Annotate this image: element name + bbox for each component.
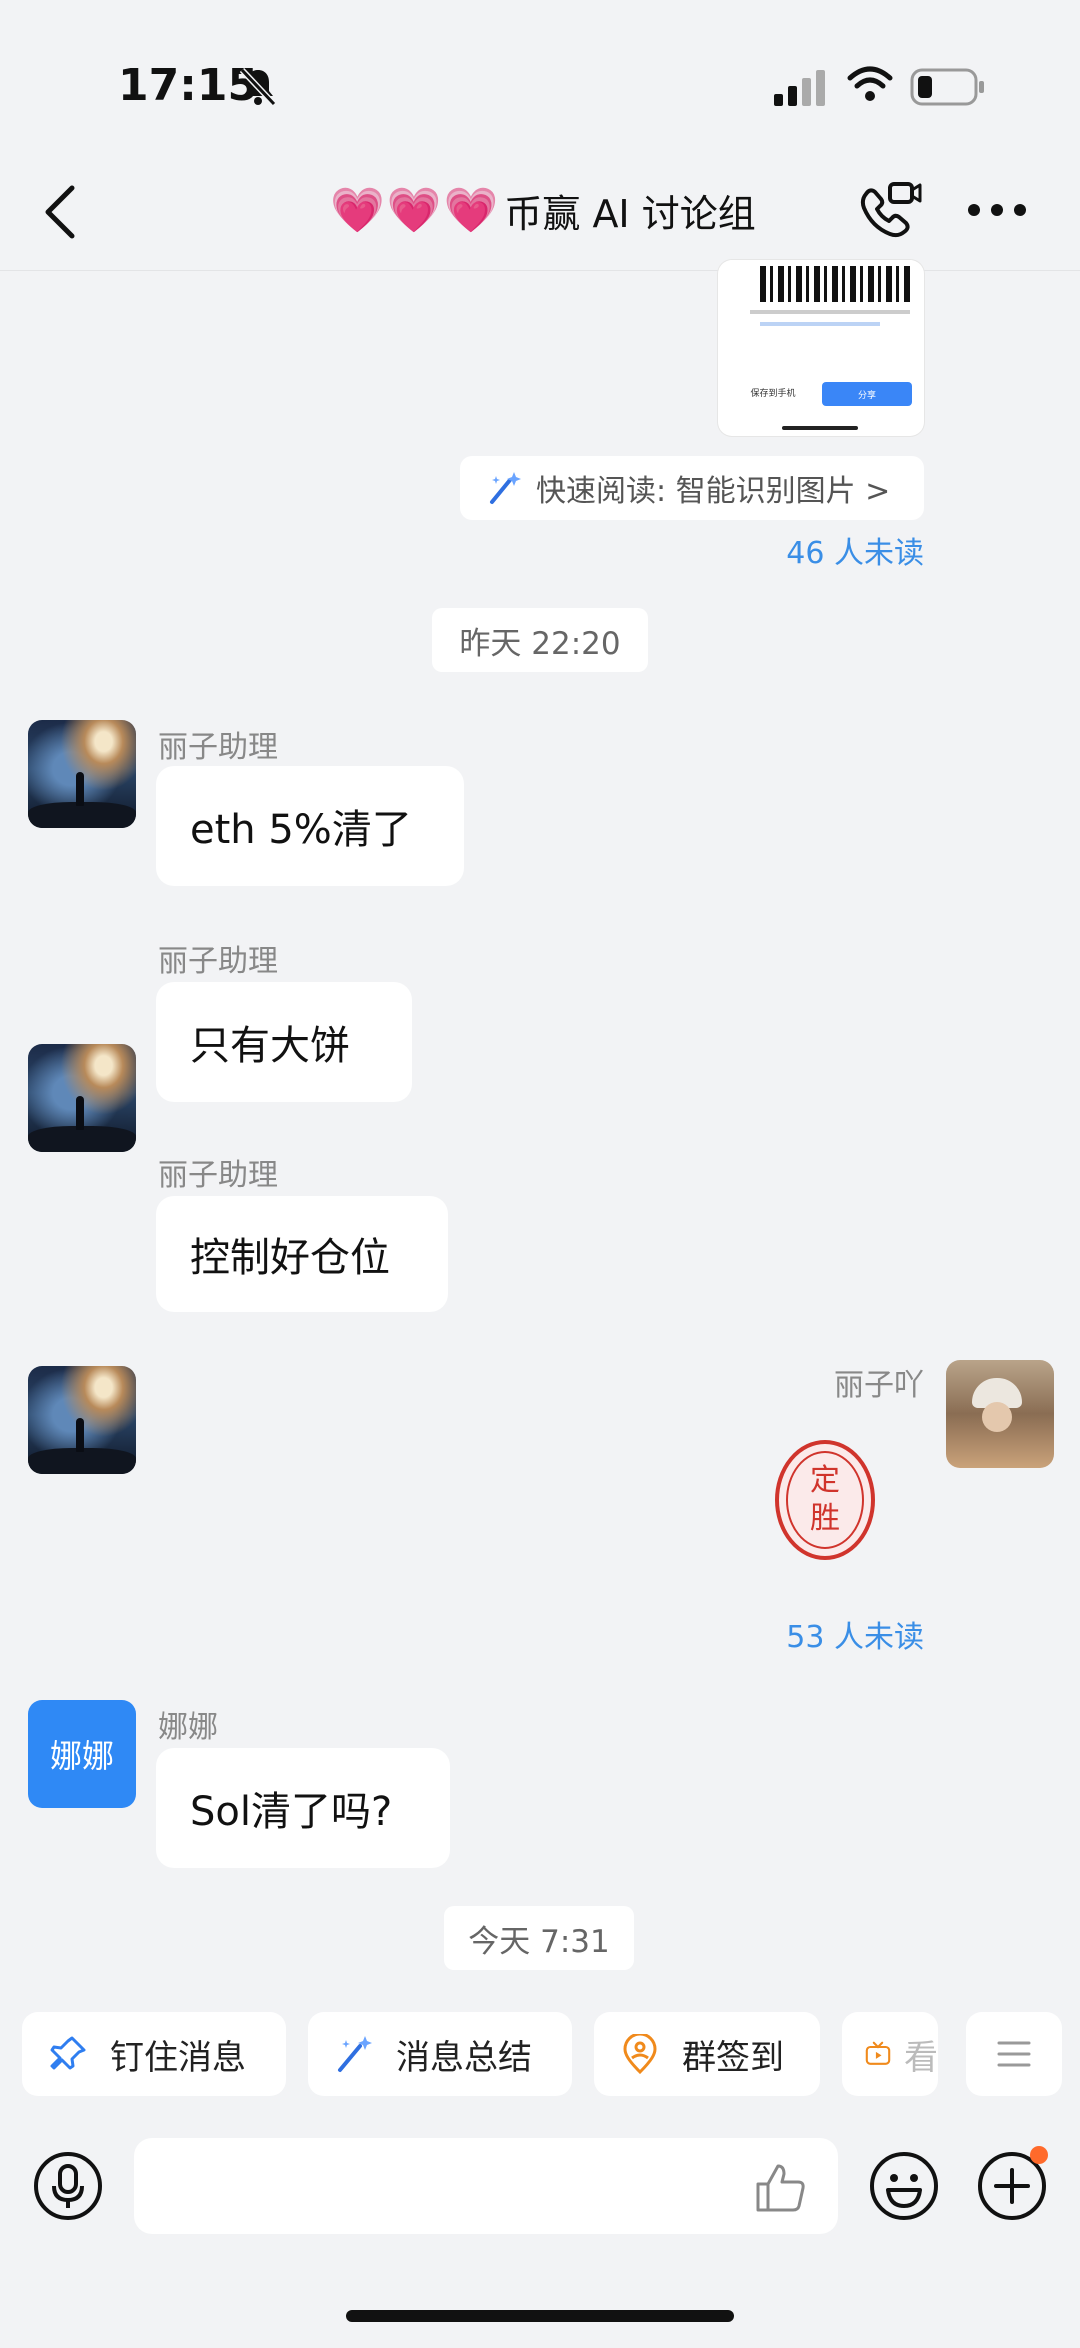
message-bubble[interactable]: 只有大饼 bbox=[156, 982, 412, 1102]
message-summary-button[interactable]: 消息总结 bbox=[308, 2012, 572, 2096]
sender-name: 丽子助理 bbox=[158, 944, 278, 979]
group-name: 币赢 AI 讨论组 bbox=[504, 191, 756, 236]
chip-label: 消息总结 bbox=[396, 2037, 532, 2078]
sender-name: 丽子吖 bbox=[834, 1368, 924, 1403]
tv-icon bbox=[865, 2041, 891, 2065]
chat-title[interactable]: 💗💗💗 币赢 AI 讨论组 bbox=[330, 180, 756, 240]
thumbs-up-icon[interactable] bbox=[752, 2160, 806, 2214]
avatar[interactable]: 娜娜 bbox=[28, 1700, 136, 1808]
message-bubble[interactable]: Sol清了吗? bbox=[156, 1748, 450, 1868]
svg-text:胜: 胜 bbox=[810, 1501, 840, 1536]
shared-qr-image[interactable]: 保存到手机 分享 bbox=[718, 260, 924, 436]
quick-read-label: 快速阅读: 智能识别图片 > bbox=[536, 474, 891, 509]
qr-home-indicator bbox=[782, 426, 858, 430]
back-arrow-icon[interactable] bbox=[40, 182, 80, 242]
signal-icon bbox=[774, 70, 825, 106]
pin-message-button[interactable]: 钉住消息 bbox=[22, 2012, 286, 2096]
avatar[interactable] bbox=[28, 1044, 136, 1152]
chip-label: 群签到 bbox=[682, 2037, 784, 2078]
qr-caption-link bbox=[760, 322, 880, 326]
unread-count[interactable]: 53 人未读 bbox=[700, 1612, 924, 1656]
timestamp-pill: 昨天 22:20 bbox=[432, 608, 648, 672]
home-indicator bbox=[346, 2310, 734, 2322]
wifi-icon bbox=[847, 66, 893, 101]
voice-input-icon[interactable] bbox=[32, 2150, 104, 2222]
magic-wand-icon bbox=[490, 472, 521, 504]
message-bubble[interactable]: 控制好仓位 bbox=[156, 1196, 448, 1312]
location-person-icon bbox=[623, 2034, 657, 2074]
unread-count[interactable]: 46 人未读 bbox=[700, 528, 924, 572]
notification-dot bbox=[1030, 2146, 1048, 2164]
more-options-icon[interactable] bbox=[966, 202, 1028, 218]
menu-icon bbox=[997, 2041, 1031, 2067]
video-call-icon[interactable] bbox=[856, 180, 924, 240]
chip-label: 看 bbox=[904, 2037, 938, 2078]
sender-name: 娜娜 bbox=[158, 1710, 218, 1745]
qr-caption bbox=[750, 310, 910, 314]
avatar[interactable] bbox=[946, 1360, 1054, 1468]
quick-read-button[interactable]: 快速阅读: 智能识别图片 > bbox=[460, 456, 924, 520]
svg-text:定: 定 bbox=[810, 1463, 840, 1498]
message-input[interactable] bbox=[134, 2138, 838, 2234]
stamp-sticker[interactable]: 定 胜 bbox=[772, 1438, 878, 1562]
sender-name: 丽子助理 bbox=[158, 730, 278, 765]
emoji-icon[interactable] bbox=[868, 2150, 940, 2222]
more-actions-button[interactable] bbox=[966, 2012, 1062, 2096]
qr-share-button: 分享 bbox=[822, 382, 912, 406]
pin-icon bbox=[50, 2036, 86, 2070]
magic-wand-icon bbox=[338, 2036, 372, 2072]
live-watch-button[interactable]: 看 bbox=[842, 2012, 938, 2096]
qr-code-icon bbox=[760, 266, 910, 302]
battery-icon bbox=[910, 68, 984, 106]
avatar[interactable] bbox=[28, 720, 136, 828]
group-checkin-button[interactable]: 群签到 bbox=[594, 2012, 820, 2096]
qr-save-button: 保存到手机 bbox=[750, 388, 796, 399]
heart-emoji-icons: 💗💗💗 bbox=[330, 185, 501, 236]
sender-name: 丽子助理 bbox=[158, 1158, 278, 1193]
chip-label: 钉住消息 bbox=[110, 2037, 246, 2078]
message-bubble[interactable]: eth 5%清了 bbox=[156, 766, 464, 886]
avatar[interactable] bbox=[28, 1366, 136, 1474]
qr-panel bbox=[730, 260, 912, 342]
timestamp-pill: 今天 7:31 bbox=[444, 1906, 634, 1970]
bell-muted-icon bbox=[239, 67, 277, 107]
